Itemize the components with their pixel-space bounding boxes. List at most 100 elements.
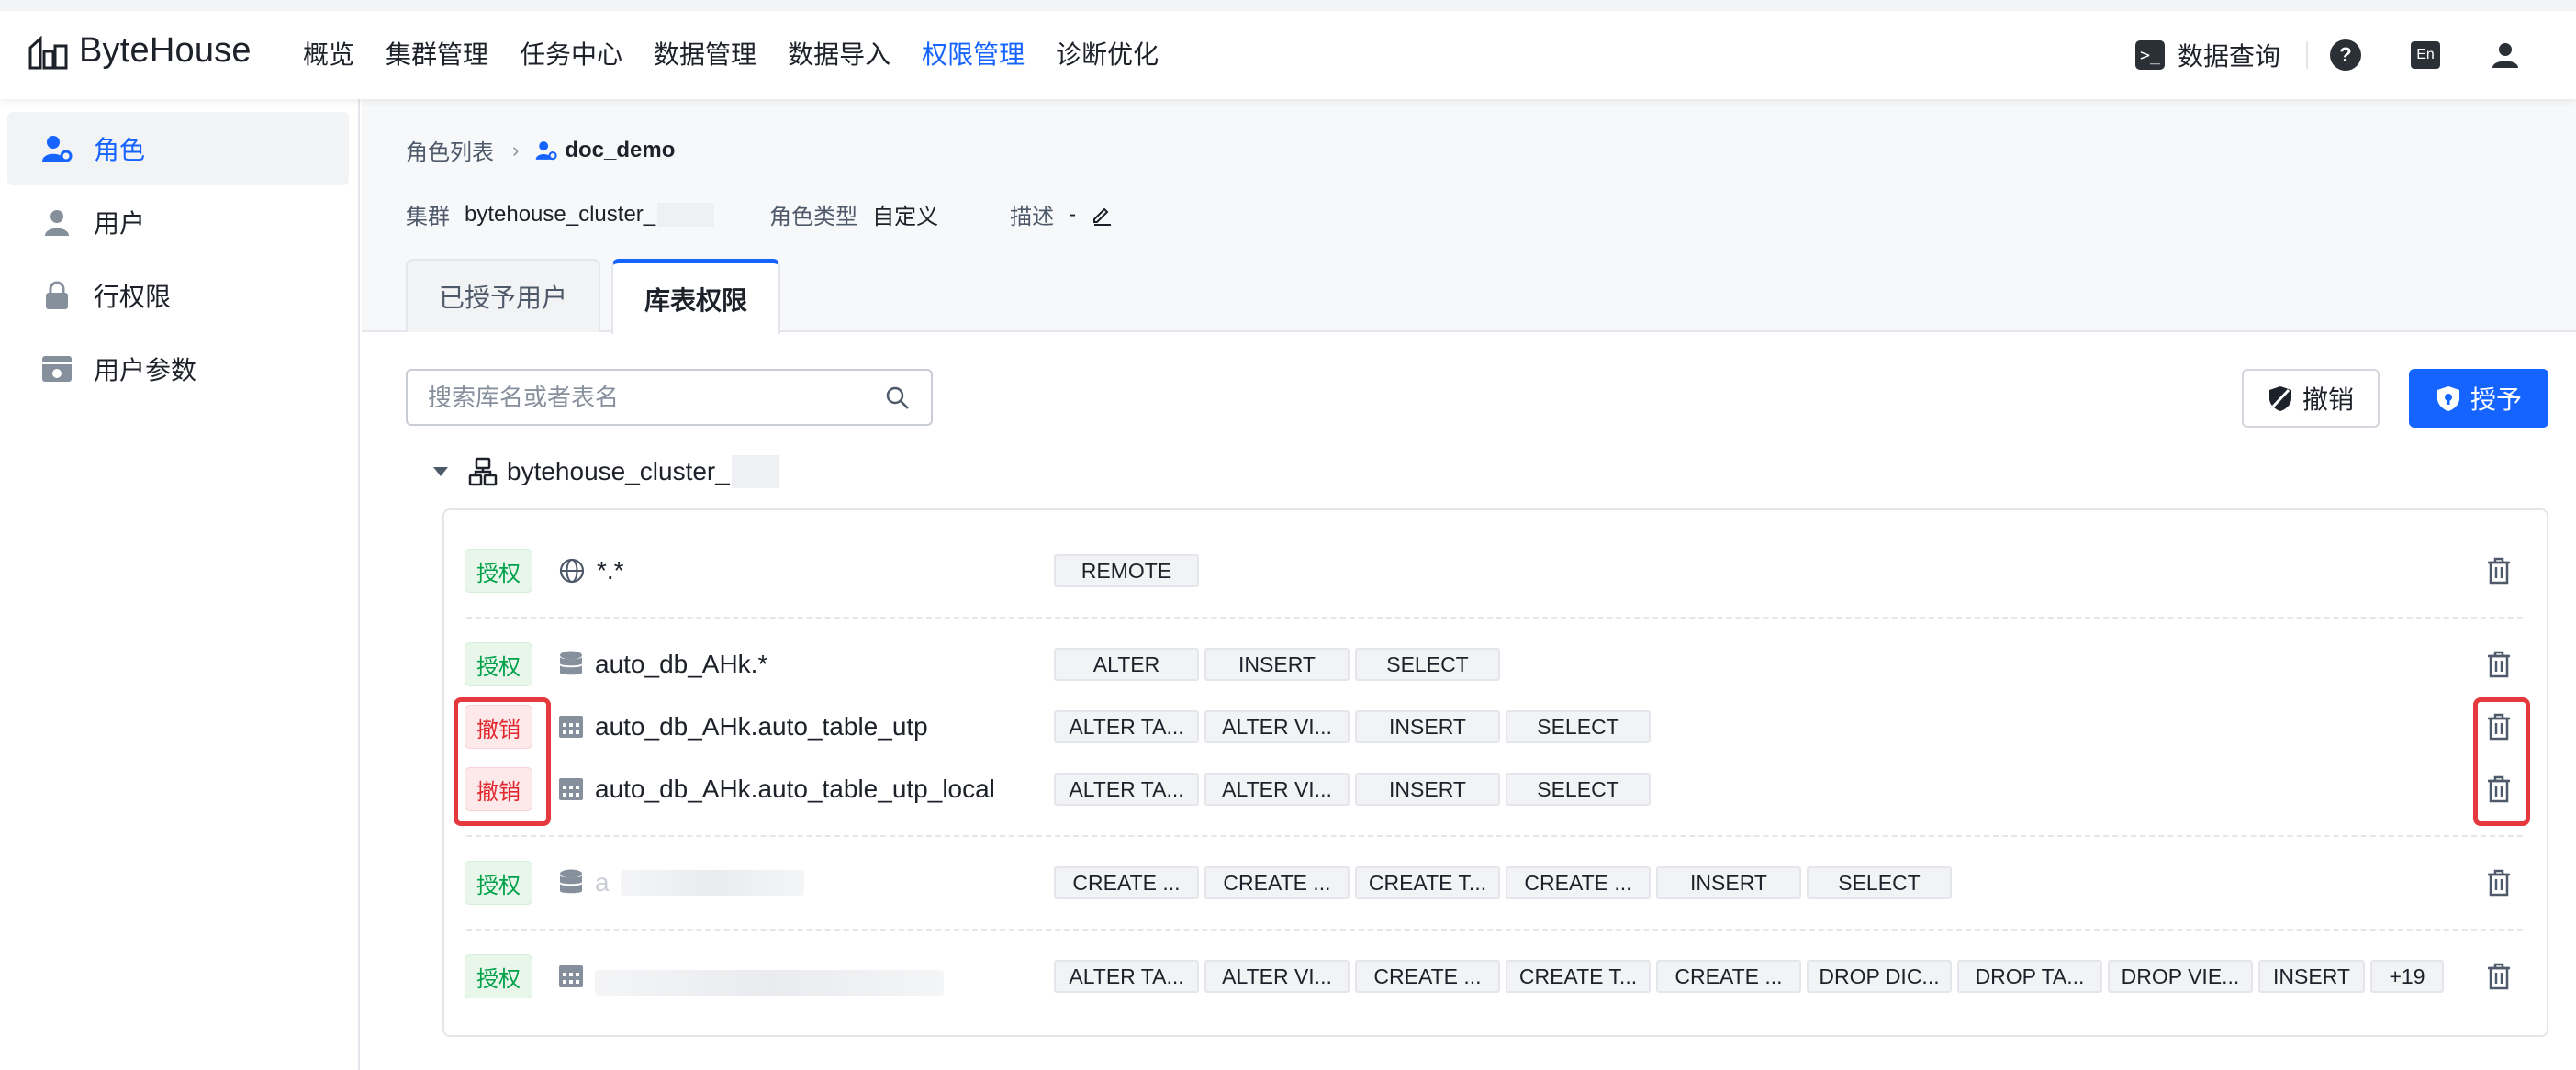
sidebar-item-row-permission[interactable]: 行权限 xyxy=(7,259,349,332)
privilege-chip: DROP DIC... xyxy=(1807,960,1952,993)
status-badge: 撤销 xyxy=(465,767,532,811)
permission-row: 授权 auto_db_AHk.* ALTER INSERT SELECT xyxy=(444,639,2547,690)
role-icon xyxy=(40,132,73,165)
privilege-chip: CREATE ... xyxy=(1656,960,1801,993)
permission-object: auto_db_AHk.auto_table_utp_local xyxy=(558,769,995,809)
object-name: auto_db_AHk.auto_table_utp xyxy=(595,712,928,741)
role-meta: 集群 bytehouse_cluster_ 角色类型 自定义 描述 - xyxy=(406,198,1113,230)
breadcrumb: 角色列表 › doc_demo xyxy=(406,134,675,166)
search-input[interactable] xyxy=(428,371,868,424)
redacted-text xyxy=(657,202,715,227)
role-tabs: 已授予用户 库表权限 xyxy=(406,259,781,334)
edit-icon[interactable] xyxy=(1091,204,1113,226)
privilege-chip: INSERT xyxy=(1204,648,1350,681)
grant-shield-icon xyxy=(2436,386,2459,411)
user-icon xyxy=(40,206,73,239)
revoke-button-label: 撤销 xyxy=(2302,385,2354,414)
row-divider xyxy=(466,929,2523,931)
role-type-value: 自定义 xyxy=(872,205,939,229)
status-badge: 授权 xyxy=(465,549,532,593)
privilege-chip: ALTER TA... xyxy=(1054,773,1199,806)
more-privileges-chip[interactable]: +19 xyxy=(2370,960,2444,993)
privilege-chip: CREATE ... xyxy=(1355,960,1500,993)
permission-object xyxy=(558,956,944,997)
breadcrumb-current-role: doc_demo xyxy=(565,137,676,162)
privilege-chip: CREATE ... xyxy=(1054,866,1199,899)
chevron-right-icon: › xyxy=(512,138,520,162)
breadcrumb-role-list[interactable]: 角色列表 xyxy=(406,134,494,166)
privilege-chip: SELECT xyxy=(1506,773,1651,806)
delete-icon[interactable] xyxy=(2484,650,2514,679)
language-switch-icon[interactable]: En xyxy=(2411,41,2440,69)
object-name: auto_db_AHk.* xyxy=(595,650,768,678)
tab-db-table-permissions[interactable]: 库表权限 xyxy=(611,259,781,334)
privilege-list: ALTER TA... ALTER VI... CREATE ... CREAT… xyxy=(1054,960,2444,993)
search-icon[interactable] xyxy=(885,385,911,416)
sidebar-item-user-params[interactable]: 用户参数 xyxy=(7,332,349,406)
permission-object: auto_db_AHk.* xyxy=(558,644,767,685)
privilege-list: ALTER TA... ALTER VI... INSERT SELECT xyxy=(1054,773,1651,806)
top-right-tools: >_ 数据查询 ? En xyxy=(2134,33,2521,77)
tab-granted-users[interactable]: 已授予用户 xyxy=(406,259,601,332)
nav-overview[interactable]: 概览 xyxy=(303,33,354,77)
privilege-chip: ALTER TA... xyxy=(1054,710,1199,743)
sidebar-item-roles[interactable]: 角色 xyxy=(7,112,349,185)
nav-cluster-management[interactable]: 集群管理 xyxy=(386,33,488,77)
main-nav: 概览 集群管理 任务中心 数据管理 数据导入 权限管理 诊断优化 xyxy=(303,33,1159,77)
grant-button[interactable]: 授予 xyxy=(2409,369,2548,428)
nav-diagnostics[interactable]: 诊断优化 xyxy=(1056,33,1159,77)
privilege-chip: DROP VIE... xyxy=(2108,960,2253,993)
bytehouse-logo[interactable]: ByteHouse xyxy=(28,31,252,71)
privilege-chip: ALTER VI... xyxy=(1204,960,1350,993)
permission-object: *.* xyxy=(558,551,624,591)
nav-task-center[interactable]: 任务中心 xyxy=(520,33,622,77)
redacted-text xyxy=(620,870,804,896)
role-type-label: 角色类型 xyxy=(769,205,858,229)
logo-text: ByteHouse xyxy=(79,31,252,70)
nav-data-import[interactable]: 数据导入 xyxy=(788,33,890,77)
globe-icon xyxy=(559,558,585,584)
status-badge: 授权 xyxy=(465,954,532,998)
delete-icon[interactable] xyxy=(2484,775,2514,804)
user-avatar-icon[interactable] xyxy=(2490,39,2521,71)
privilege-chip: DROP TA... xyxy=(1957,960,2102,993)
table-icon xyxy=(559,965,583,987)
permission-row: 授权 ALTER TA... ALTER VI... CREATE ... CR… xyxy=(444,951,2547,1002)
table-icon xyxy=(559,716,583,738)
permission-object: auto_db_AHk.auto_table_utp xyxy=(558,707,928,747)
sidebar-item-label: 角色 xyxy=(94,136,146,164)
nav-data-management[interactable]: 数据管理 xyxy=(654,33,756,77)
privilege-chip: REMOTE xyxy=(1054,554,1199,587)
permission-object: a xyxy=(558,863,804,903)
cluster-tree-node[interactable]: bytehouse_cluster_ xyxy=(433,455,779,488)
privilege-list: ALTER TA... ALTER VI... INSERT SELECT xyxy=(1054,710,1651,743)
role-type-field: 角色类型 自定义 xyxy=(769,198,938,230)
permission-row: 撤销 auto_db_AHk.auto_table_utp_local ALTE… xyxy=(444,763,2547,815)
revoke-button[interactable]: 撤销 xyxy=(2242,369,2380,428)
divider xyxy=(2306,41,2308,69)
delete-icon[interactable] xyxy=(2484,556,2514,585)
settings-card-icon xyxy=(40,352,73,385)
privilege-chip: INSERT xyxy=(1355,710,1500,743)
privilege-chip: ALTER VI... xyxy=(1204,710,1350,743)
permission-list: 授权 *.* REMOTE 授权 auto_db_AHk.* ALTER INS… xyxy=(442,508,2548,1037)
cluster-label: 集群 xyxy=(406,205,450,229)
data-query-button[interactable]: >_ 数据查询 xyxy=(2134,37,2280,73)
privilege-chip: CREATE T... xyxy=(1506,960,1651,993)
help-icon[interactable]: ? xyxy=(2330,39,2361,71)
description-value: - xyxy=(1069,201,1077,227)
delete-icon[interactable] xyxy=(2484,712,2514,741)
delete-icon[interactable] xyxy=(2484,868,2514,897)
delete-icon[interactable] xyxy=(2484,962,2514,991)
top-navigation-bar: ByteHouse 概览 集群管理 任务中心 数据管理 数据导入 权限管理 诊断… xyxy=(0,0,2576,99)
terminal-icon: >_ xyxy=(2134,40,2165,70)
privilege-chip: SELECT xyxy=(1506,710,1651,743)
grant-button-label: 授予 xyxy=(2470,385,2522,414)
privilege-list: ALTER INSERT SELECT xyxy=(1054,648,1500,681)
caret-down-icon[interactable] xyxy=(433,467,448,476)
nav-permission-management[interactable]: 权限管理 xyxy=(922,33,1025,77)
role-icon xyxy=(536,140,557,160)
permission-row: 授权 a CREATE ... CREATE ... CREATE T... C… xyxy=(444,857,2547,908)
description-field: 描述 - xyxy=(1010,198,1113,230)
sidebar-item-users[interactable]: 用户 xyxy=(7,185,349,259)
